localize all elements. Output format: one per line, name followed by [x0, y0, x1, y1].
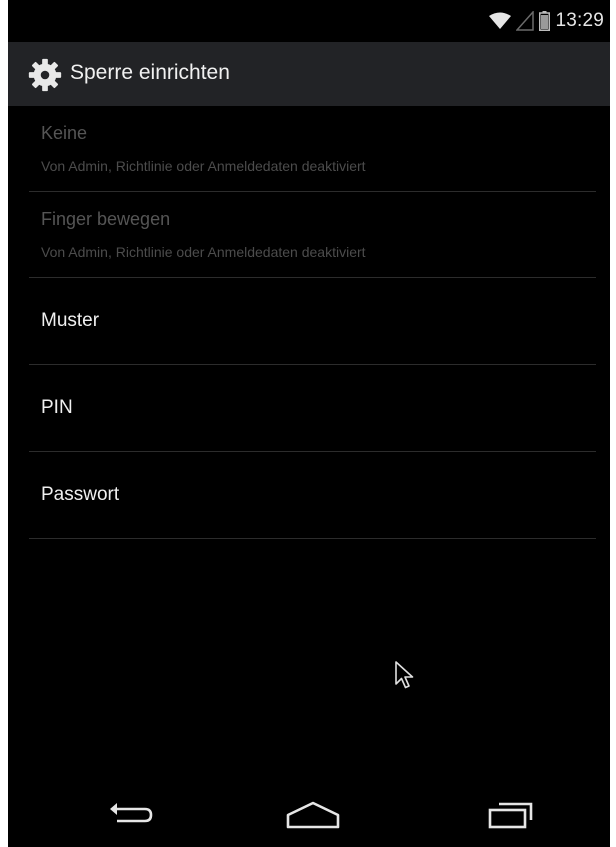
option-title: Muster [41, 310, 100, 331]
option-passwort[interactable]: Passwort [29, 452, 596, 539]
option-finger-bewegen: Finger bewegen Von Admin, Richtlinie ode… [29, 192, 596, 278]
phone-screen: 13:29 Sperre einrichten Keine Von Admin,… [8, 0, 610, 847]
option-title: Passwort [41, 484, 120, 505]
recents-button[interactable] [475, 792, 545, 838]
back-icon [110, 803, 153, 823]
option-summary: Von Admin, Richtlinie oder Anmeldedaten … [41, 158, 366, 174]
signal-icon [516, 11, 535, 31]
gear-icon[interactable] [26, 56, 64, 94]
recents-icon [488, 802, 533, 829]
status-icons: 13:29 [489, 10, 604, 32]
battery-icon [539, 11, 551, 31]
option-keine: Keine Von Admin, Richtlinie oder Anmelde… [29, 106, 596, 192]
navigation-bar [8, 780, 610, 847]
lock-options-list: Keine Von Admin, Richtlinie oder Anmelde… [8, 106, 610, 539]
option-title: PIN [41, 397, 73, 418]
mouse-cursor-icon [395, 661, 414, 689]
action-bar: Sperre einrichten [8, 42, 610, 106]
home-button[interactable] [278, 792, 348, 838]
option-summary: Von Admin, Richtlinie oder Anmeldedaten … [41, 244, 366, 260]
option-title: Finger bewegen [41, 209, 171, 229]
option-muster[interactable]: Muster [29, 278, 596, 365]
status-bar: 13:29 [8, 0, 610, 42]
home-icon [286, 801, 340, 829]
clock: 13:29 [555, 10, 604, 31]
wifi-icon [489, 12, 512, 29]
back-button[interactable] [96, 792, 166, 838]
option-pin[interactable]: PIN [29, 365, 596, 452]
page-title: Sperre einrichten [70, 61, 230, 84]
option-title: Keine [41, 123, 88, 143]
